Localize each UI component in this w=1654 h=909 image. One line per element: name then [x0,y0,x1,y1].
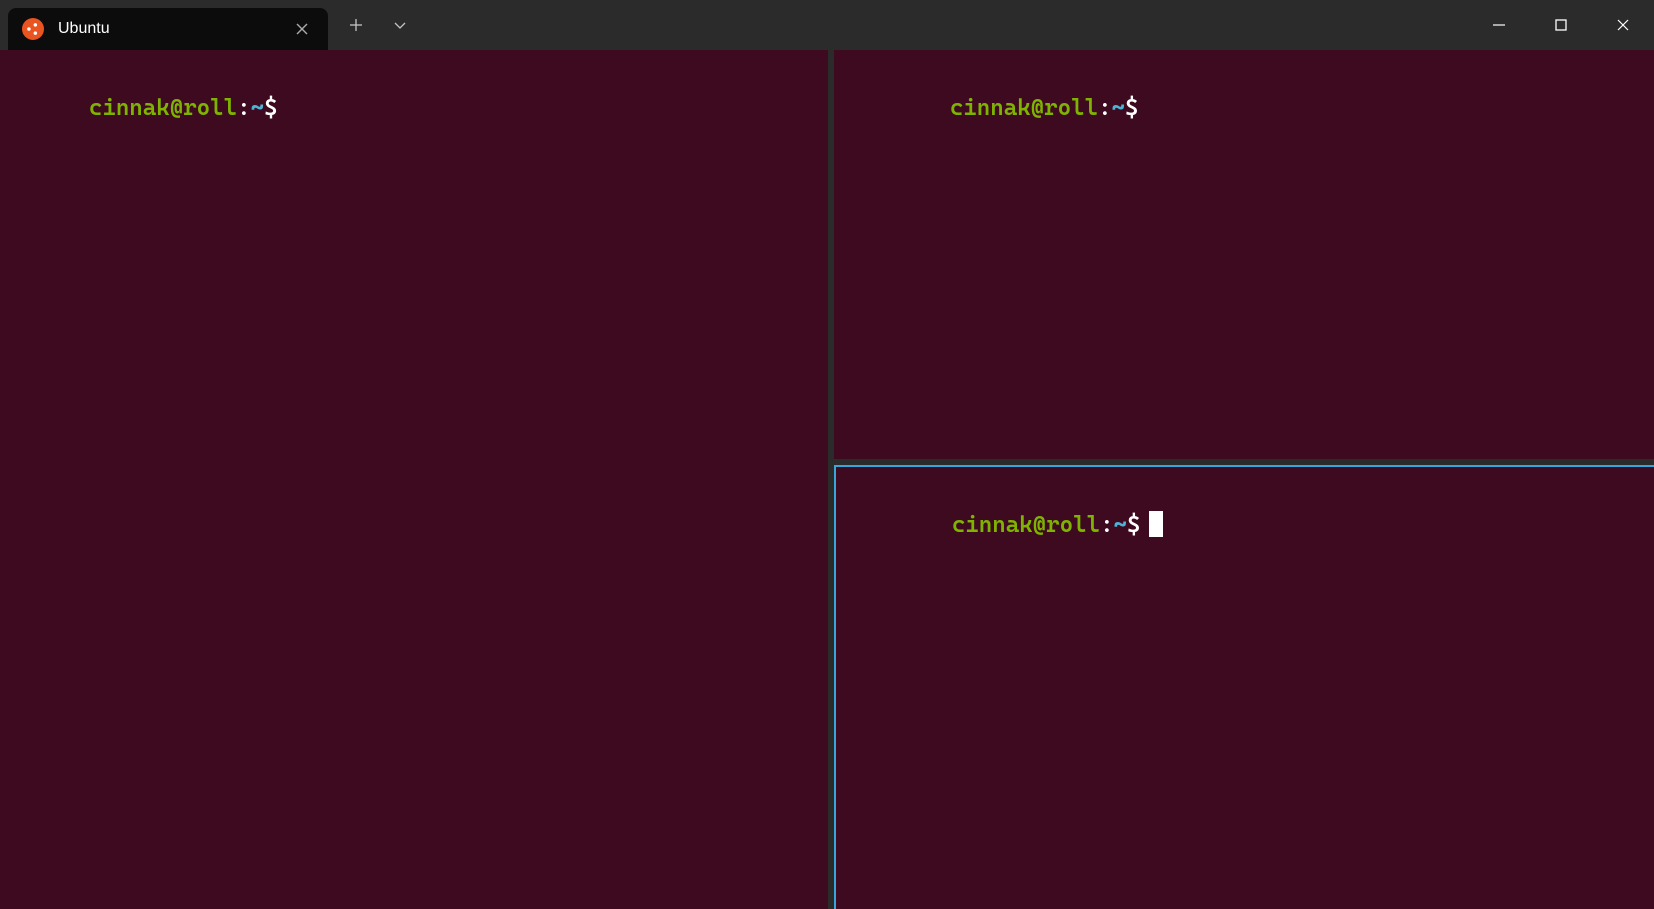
minimize-button[interactable] [1468,0,1530,50]
prompt-line: cinnak@roll:~$ [842,60,1646,157]
prompt-dollar: $ [1125,95,1138,121]
prompt-line: cinnak@roll:~$ [8,60,820,157]
ubuntu-icon [22,18,44,40]
maximize-button[interactable] [1530,0,1592,50]
close-window-button[interactable] [1592,0,1654,50]
prompt-line: cinnak@roll:~$ [844,477,1646,574]
new-tab-button[interactable] [336,4,376,46]
title-bar: Ubuntu [0,0,1654,50]
prompt-user-host: cinnak@roll [950,95,1098,121]
prompt-user-host: cinnak@roll [952,512,1100,538]
prompt-dollar: $ [264,95,277,121]
prompt-colon: : [237,95,250,121]
title-bar-drag-area[interactable] [420,0,1468,50]
tab-controls [336,0,420,50]
prompt-user-host: cinnak@roll [89,95,237,121]
terminal-pane-left[interactable]: cinnak@roll:~$ [0,50,828,909]
terminal-area: cinnak@roll:~$ cinnak@roll:~$ cinnak@rol… [0,50,1654,909]
prompt-path: ~ [1114,512,1127,538]
cursor-icon [1149,511,1163,537]
prompt-colon: : [1098,95,1111,121]
right-pane-container: cinnak@roll:~$ cinnak@roll:~$ [828,50,1654,909]
terminal-pane-bottom-right-active[interactable]: cinnak@roll:~$ [834,465,1654,909]
prompt-dollar: $ [1127,512,1140,538]
tab-dropdown-button[interactable] [380,4,420,46]
window-controls [1468,0,1654,50]
prompt-path: ~ [1112,95,1125,121]
prompt-colon: : [1100,512,1113,538]
tab-ubuntu[interactable]: Ubuntu [8,8,328,50]
tab-title: Ubuntu [58,20,290,38]
terminal-pane-top-right[interactable]: cinnak@roll:~$ [834,50,1654,459]
prompt-path: ~ [251,95,264,121]
tab-close-button[interactable] [290,17,314,41]
